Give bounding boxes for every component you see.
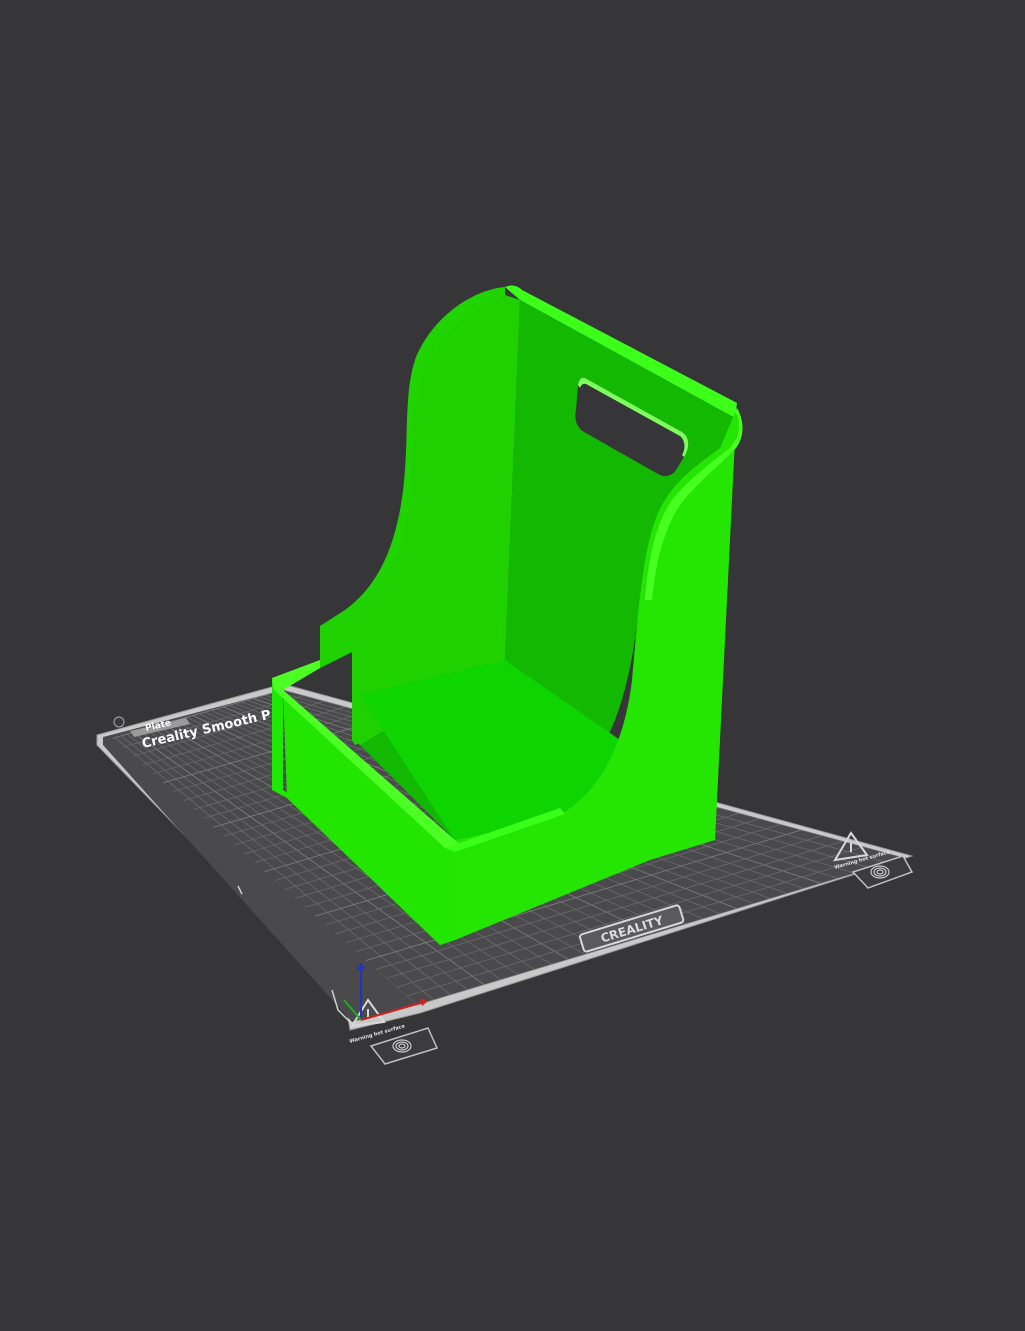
scene-canvas[interactable]: Plate Creality Smooth P CREALITY Warning… [0, 0, 1025, 1326]
3d-viewport[interactable]: Plate Creality Smooth P CREALITY Warning… [0, 0, 1025, 1326]
3d-model[interactable] [272, 285, 743, 945]
bed-corner-icon [113, 716, 125, 728]
